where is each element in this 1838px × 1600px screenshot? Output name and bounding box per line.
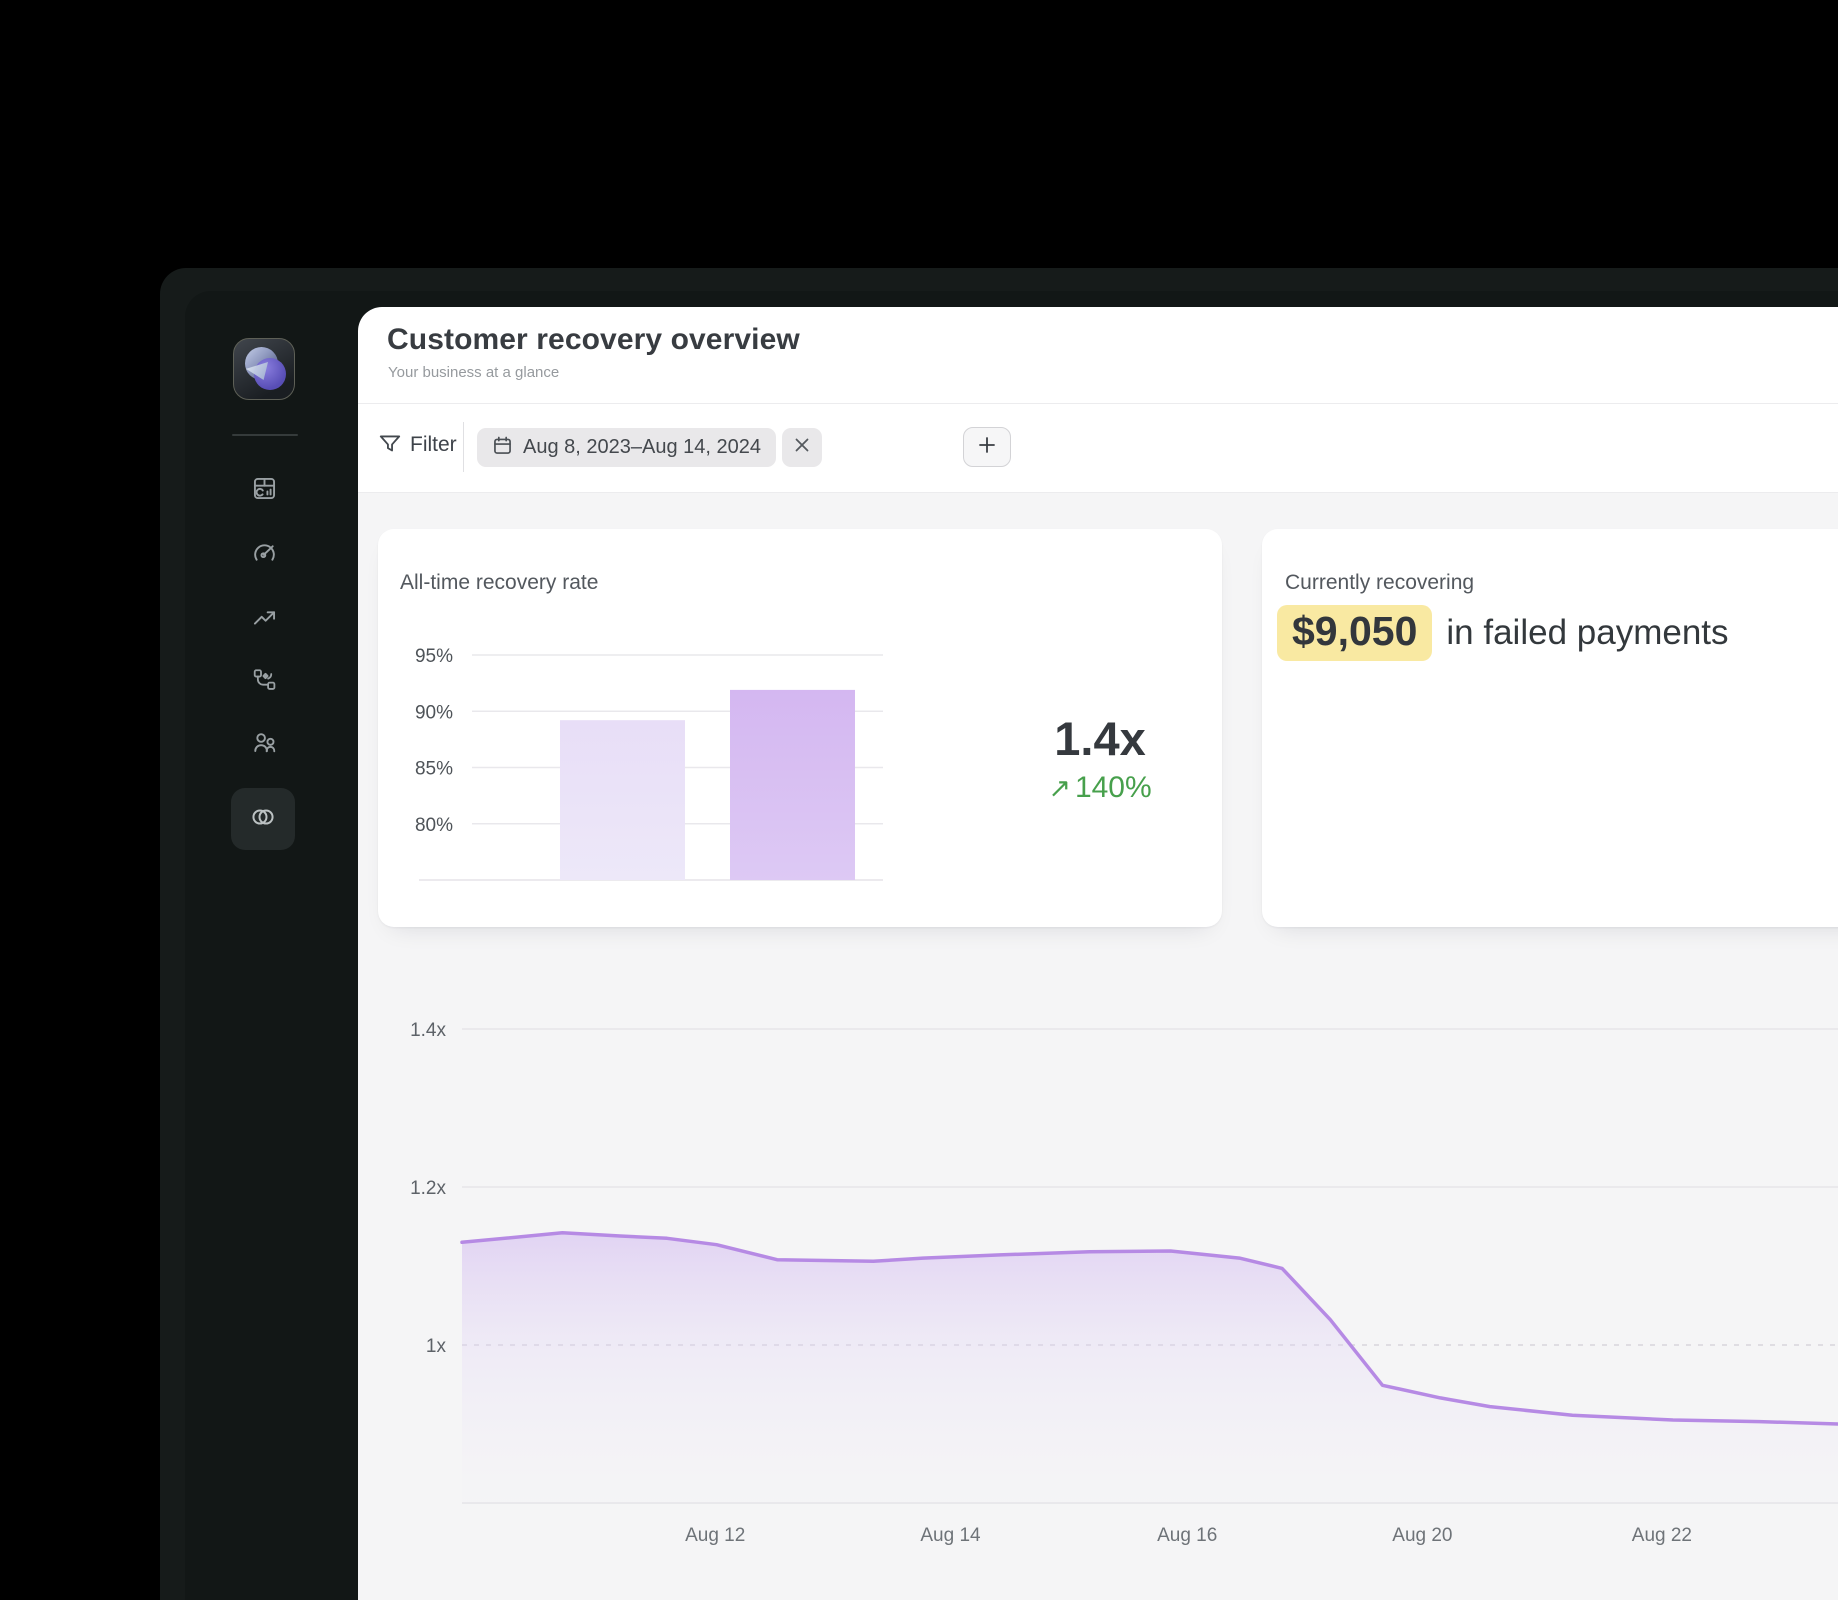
sidebar-item-performance[interactable] [249,541,279,571]
x-axis-tick: Aug 12 [685,1525,745,1546]
plus-icon [978,436,996,459]
card-title: All-time recovery rate [400,571,598,595]
recovering-amount-row: $9,050 in failed payments [1277,605,1729,661]
sidebar-divider [232,434,298,436]
clear-date-filter-button[interactable] [782,428,822,467]
users-icon [251,729,278,761]
filter-divider [463,422,464,472]
date-range-chip[interactable]: Aug 8, 2023–Aug 14, 2024 [477,428,776,467]
arrow-up-right-icon: ↗ [1048,773,1071,803]
app-logo[interactable] [233,338,295,400]
main-panel: Customer recovery overview Your business… [358,307,1838,1600]
sidebar-item-customers[interactable] [249,730,279,760]
reports-icon [251,475,278,507]
filter-bar: Filter Aug 8, 2023–Aug 14, 2024 [358,404,1838,492]
venn-icon [249,803,277,836]
x-axis-tick: Aug 20 [1392,1525,1452,1546]
recovery-rate-card: 95% 90% 85% 80% All-time recovery rate 1.4x… [378,529,1222,927]
sidebar-item-automations[interactable] [249,667,279,697]
gauge-icon [251,540,278,572]
page-subtitle: Your business at a glance [388,364,559,381]
bar-axis-tick: 90% [415,702,453,723]
x-axis-tick: Aug 16 [1157,1525,1217,1546]
bar-axis-tick: 80% [415,815,453,836]
filter-button[interactable]: Filter [410,433,457,457]
add-filter-button[interactable] [963,427,1011,467]
content-area: 95% 90% 85% 80% All-time recovery rate 1.4x… [358,493,1838,1600]
sidebar-item-recovery-active[interactable] [231,788,295,850]
app-screenshot: Customer recovery overview Your business… [0,0,1838,1600]
x-axis-tick: Aug 14 [920,1525,981,1546]
recovery-multiplier: 1.4x ↗140% [990,713,1210,805]
filter-chips: Aug 8, 2023–Aug 14, 2024 [477,428,822,467]
calendar-icon [492,435,513,461]
page-title: Customer recovery overview [387,323,800,357]
sidebar-item-reports[interactable] [249,476,279,506]
area-fill [462,1233,1838,1503]
date-range-value: Aug 8, 2023–Aug 14, 2024 [523,436,761,459]
change-value: 140% [1075,771,1152,804]
funnel-icon [377,431,403,457]
close-icon [794,437,810,458]
card-title: Currently recovering [1285,571,1474,595]
sidebar [185,291,358,1600]
bar [560,720,685,880]
y-axis-tick: 1x [426,1336,447,1357]
recovery-area-chart: 1.4x 1.2x 1x Aug 12 Aug 14 Aug 16 Aug 20 Aug 22 [358,1020,1838,1550]
amount-highlight: $9,050 [1277,605,1432,661]
amount-suffix: in failed payments [1446,613,1728,653]
change-badge: ↗140% [990,771,1210,805]
workflow-icon [251,666,278,698]
currently-recovering-card: Currently recovering $9,050 in failed pa… [1262,529,1838,927]
bar [730,690,855,880]
bar-axis-tick: 95% [415,646,453,667]
multiplier-value: 1.4x [990,713,1210,765]
y-axis-tick: 1.4x [410,1020,446,1041]
y-axis-tick: 1.2x [410,1178,446,1199]
trending-up-icon [251,605,278,637]
bar-axis-tick: 85% [415,759,453,780]
sidebar-item-trends[interactable] [249,606,279,636]
x-axis-tick: Aug 22 [1632,1525,1692,1546]
